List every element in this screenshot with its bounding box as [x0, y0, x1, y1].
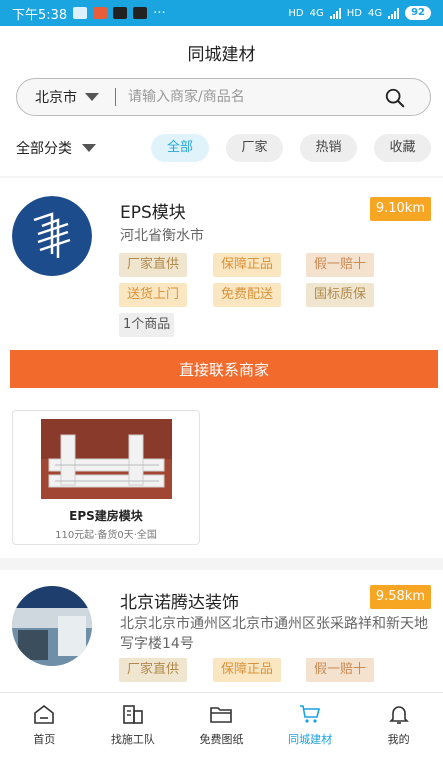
folder-icon: [210, 707, 233, 723]
app-notification-icon: [93, 7, 108, 19]
tag-direct-supply: 厂家直供: [119, 253, 188, 277]
merchant-name[interactable]: 北京诺腾达装饰: [120, 588, 239, 613]
merchant-logo: [12, 586, 92, 666]
distance-badge: 9.58km: [369, 585, 431, 609]
network-label: HD: [288, 7, 304, 19]
category-dropdown[interactable]: 全部分类: [16, 138, 96, 158]
nav-label: 免费图纸: [199, 733, 244, 746]
status-bar: 下午5:38 ··· HD 4G HD 4G 92: [0, 0, 443, 26]
more-notifications-icon: ···: [153, 5, 166, 21]
chip-favorites[interactable]: 收藏: [374, 134, 431, 162]
signal-label: 4G: [367, 7, 383, 19]
status-time: 下午5:38: [12, 7, 68, 23]
merchant-card[interactable]: EPS模块 9.10km 河北省衡水市 厂家直供 保障正品 假一赔十 送货上门 …: [0, 178, 443, 558]
tag-compensation: 假一赔十: [306, 658, 375, 682]
city-selector[interactable]: 北京市: [35, 87, 77, 107]
search-bar: 北京市: [16, 78, 431, 116]
cart-icon: [300, 705, 321, 723]
nav-label: 首页: [33, 733, 56, 746]
signal-icon: [329, 7, 341, 19]
contact-merchant-button[interactable]: 直接联系商家: [10, 350, 438, 388]
tag-compensation: 假一赔十: [306, 253, 375, 277]
chip-manufacturer[interactable]: 厂家: [226, 134, 283, 162]
signal-icon: [388, 7, 400, 19]
product-count-badge: 1个商品: [119, 313, 175, 337]
merchant-card[interactable]: 北京诺腾达装饰 9.58km 北京北京市通州区北京市通州区张采路祥和新天地写字楼…: [0, 570, 443, 692]
search-icon[interactable]: [384, 87, 406, 109]
chip-all[interactable]: 全部: [151, 134, 209, 162]
merchant-logo: [12, 196, 92, 276]
nav-label: 找施工队: [110, 733, 155, 746]
filter-bar: 全部分类 全部 厂家 热销 收藏: [0, 118, 443, 176]
network-label: HD: [346, 7, 362, 19]
chevron-down-icon[interactable]: [85, 93, 99, 101]
product-meta: 110元起·备货0天·全国: [55, 530, 157, 541]
distance-badge: 9.10km: [369, 197, 431, 221]
bell-icon: [388, 706, 409, 724]
nav-item-find-team[interactable]: 找施工队: [89, 693, 178, 759]
building-icon: [123, 705, 143, 724]
page-header: 同城建材: [0, 26, 443, 78]
search-input[interactable]: [128, 89, 348, 105]
tag-genuine: 保障正品: [213, 253, 282, 277]
nav-label: 我的: [387, 733, 410, 746]
tag-delivery: 送货上门: [119, 283, 188, 307]
merchant-name[interactable]: EPS模块: [120, 198, 186, 223]
message-icon: [73, 7, 88, 19]
tag-direct-supply: 厂家直供: [119, 658, 188, 682]
nav-item-free-drawings[interactable]: 免费图纸: [177, 693, 266, 759]
signal-label: 4G: [309, 7, 324, 19]
battery-indicator: 92: [405, 6, 431, 20]
nav-item-local-materials[interactable]: 同城建材: [266, 693, 355, 759]
nav-item-home[interactable]: 首页: [0, 693, 89, 759]
nav-item-profile[interactable]: 我的: [354, 693, 443, 759]
product-name: EPS建房模块: [69, 509, 143, 523]
chip-hot-sale[interactable]: 热销: [300, 134, 357, 162]
tag-quality: 国标质保: [306, 283, 375, 307]
tag-free-shipping: 免费配送: [213, 283, 282, 307]
category-label: 全部分类: [16, 141, 72, 157]
page-title: 同城建材: [187, 44, 256, 65]
search-section: 北京市: [0, 78, 443, 118]
product-image: [41, 419, 172, 499]
merchant-address: 北京北京市通州区北京市通州区张采路祥和新天地写字楼14号: [120, 616, 428, 652]
tiktok-icon: [133, 7, 148, 19]
home-icon: [34, 704, 55, 724]
bottom-nav: 首页 找施工队 免费图纸 同城建材 我的: [0, 692, 443, 759]
tiktok-icon: [113, 7, 128, 19]
merchant-address: 河北省衡水市: [120, 228, 204, 244]
tag-genuine: 保障正品: [213, 658, 282, 682]
divider: [115, 88, 116, 106]
chevron-down-icon: [82, 144, 96, 152]
nav-label: 同城建材: [288, 733, 333, 746]
product-card[interactable]: EPS建房模块 110元起·备货0天·全国: [12, 410, 200, 545]
